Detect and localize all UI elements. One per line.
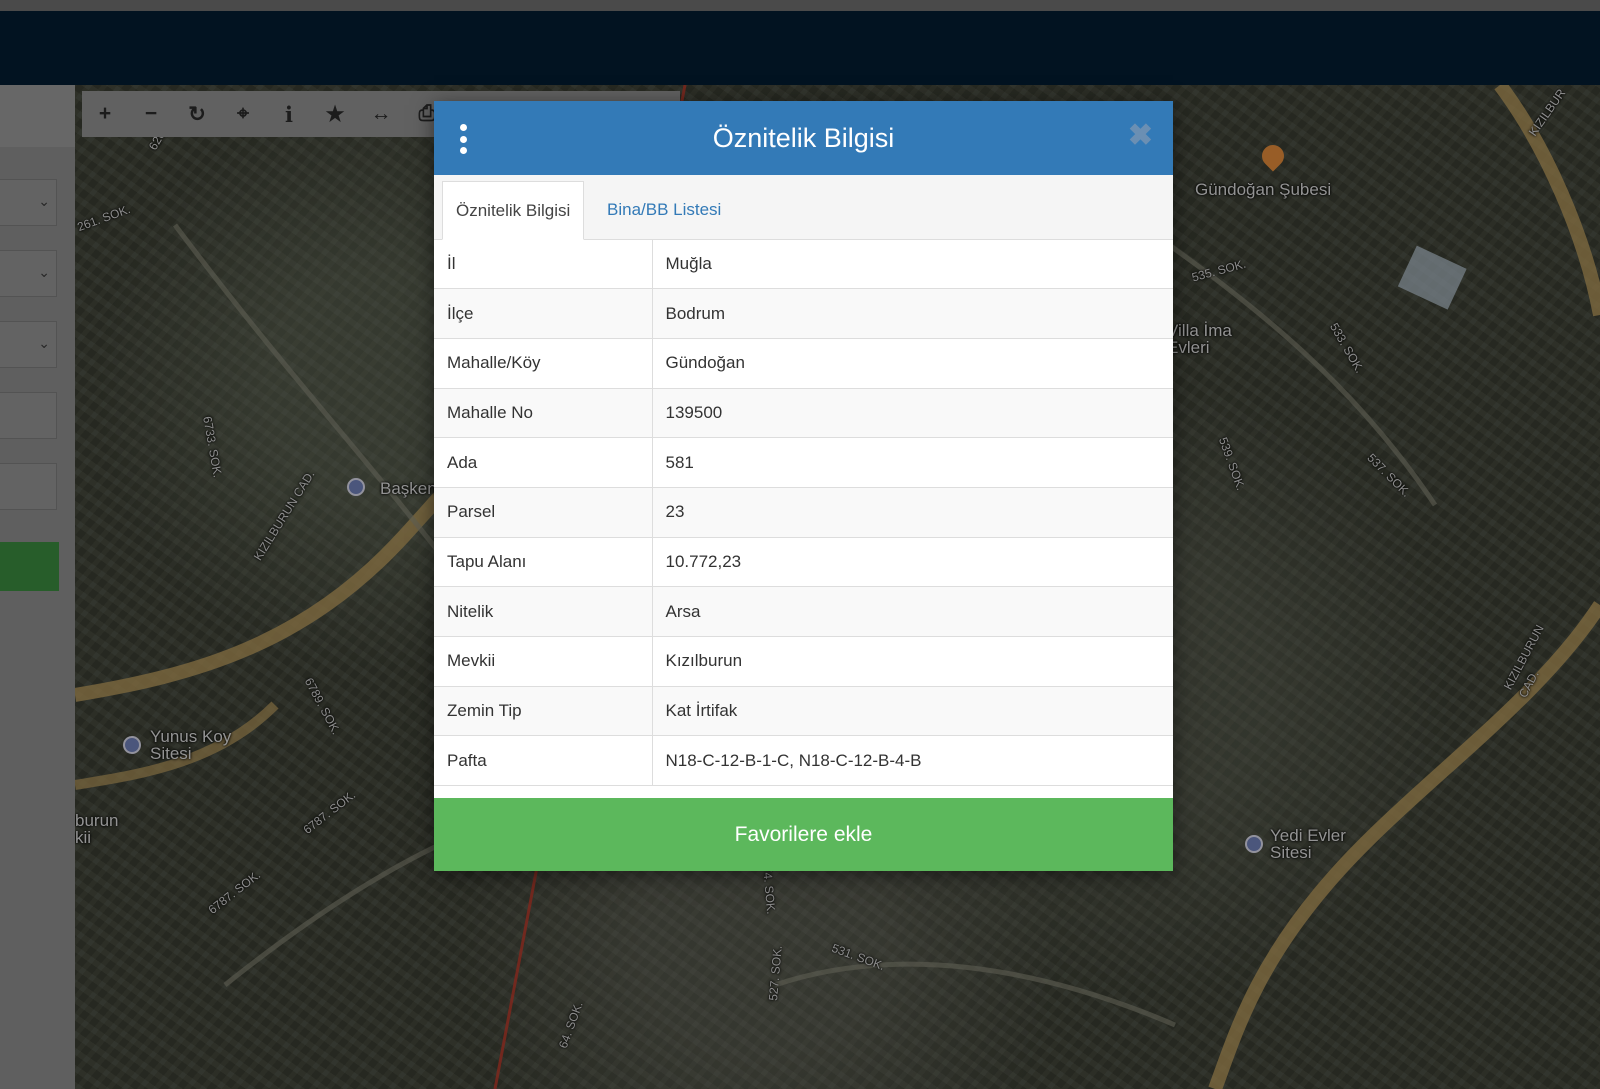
attribute-key: Nitelik bbox=[434, 586, 653, 637]
window-top-strip bbox=[0, 0, 1600, 11]
top-navbar bbox=[0, 11, 1600, 85]
table-row: Mahalle/Köy Gündoğan bbox=[434, 338, 1173, 389]
attribute-value: Kızılburun bbox=[652, 636, 1173, 687]
attribute-table: İl Muğla İlçe Bodrum Mahalle/Köy Gündoğan Maha… bbox=[434, 239, 1173, 787]
table-row: İl Muğla bbox=[434, 239, 1173, 290]
kebab-menu-icon[interactable] bbox=[459, 124, 467, 154]
table-row: Mevkii Kızılburun bbox=[434, 636, 1173, 687]
attribute-key: Zemin Tip bbox=[434, 686, 653, 737]
dialog-tabs: Öznitelik Bilgisi Bina/BB Listesi bbox=[434, 175, 1173, 240]
tab-building-list[interactable]: Bina/BB Listesi bbox=[594, 181, 734, 239]
attribute-key: Mevkii bbox=[434, 636, 653, 687]
attribute-value: Muğla bbox=[652, 239, 1173, 290]
table-row: İlçe Bodrum bbox=[434, 288, 1173, 339]
attribute-key: İlçe bbox=[434, 288, 653, 339]
attribute-key: Ada bbox=[434, 437, 653, 488]
table-row: Zemin Tip Kat İrtifak bbox=[434, 686, 1173, 737]
attribute-value: 23 bbox=[652, 487, 1173, 538]
dialog-header: Öznitelik Bilgisi ✖ bbox=[434, 101, 1173, 175]
attribute-key: Tapu Alanı bbox=[434, 537, 653, 588]
attribute-value: 10.772,23 bbox=[652, 537, 1173, 588]
attribute-value: Kat İrtifak bbox=[652, 686, 1173, 737]
attribute-value: N18-C-12-B-1-C, N18-C-12-B-4-B bbox=[652, 735, 1173, 787]
table-row: Parsel 23 bbox=[434, 487, 1173, 538]
attribute-key: Pafta bbox=[434, 735, 653, 787]
attribute-key: Parsel bbox=[434, 487, 653, 538]
tab-attribute-info[interactable]: Öznitelik Bilgisi bbox=[442, 181, 585, 240]
close-icon[interactable]: ✖ bbox=[1128, 121, 1153, 151]
attribute-value: 581 bbox=[652, 437, 1173, 488]
dialog-title: Öznitelik Bilgisi bbox=[712, 122, 895, 153]
attribute-key: İl bbox=[434, 239, 653, 290]
attribute-value: Arsa bbox=[652, 586, 1173, 637]
attribute-value: Gündoğan bbox=[652, 338, 1173, 389]
table-row: Nitelik Arsa bbox=[434, 586, 1173, 637]
attribute-info-dialog: Öznitelik Bilgisi ✖ Öznitelik Bilgisi Bi… bbox=[434, 101, 1173, 871]
table-row: Mahalle No 139500 bbox=[434, 388, 1173, 439]
attribute-value: 139500 bbox=[652, 388, 1173, 439]
attribute-key: Mahalle No bbox=[434, 388, 653, 439]
table-row: Pafta N18-C-12-B-1-C, N18-C-12-B-4-B bbox=[434, 735, 1173, 787]
table-row: Tapu Alanı 10.772,23 bbox=[434, 537, 1173, 588]
add-to-favorites-button[interactable]: Favorilere ekle bbox=[434, 798, 1173, 871]
table-row: Ada 581 bbox=[434, 437, 1173, 488]
attribute-value: Bodrum bbox=[652, 288, 1173, 339]
attribute-key: Mahalle/Köy bbox=[434, 338, 653, 389]
